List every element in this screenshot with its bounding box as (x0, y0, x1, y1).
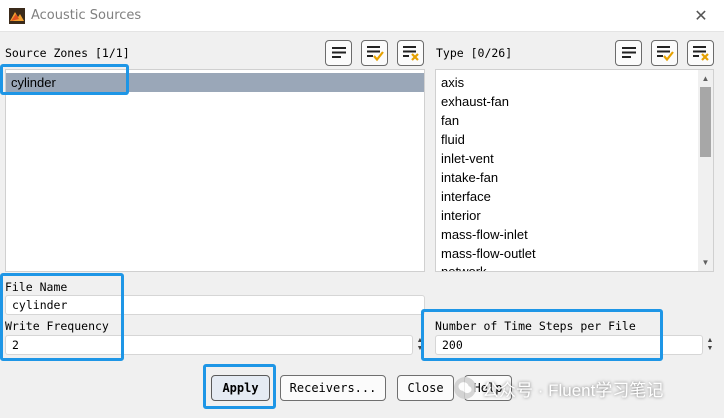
type-select-all-button[interactable] (651, 40, 678, 66)
list-icon (621, 47, 636, 58)
fluent-app-icon (9, 8, 25, 24)
receivers-button[interactable]: Receivers... (280, 375, 386, 401)
source-zone-item[interactable]: cylinder (6, 73, 424, 92)
write-frequency-stepper[interactable]: ▲ ▼ (415, 335, 425, 355)
source-zones-label: Source Zones [1/1] (5, 46, 130, 60)
type-item-intake-fan[interactable]: intake-fan (436, 168, 498, 187)
type-list[interactable]: axis exhaust-fan fan fluid inlet-vent in… (435, 69, 714, 272)
time-steps-input[interactable]: 200 (435, 335, 703, 355)
type-item-inlet-vent[interactable]: inlet-vent (436, 149, 494, 168)
file-name-label: File Name (5, 280, 68, 294)
deselect-all-icon (402, 46, 419, 61)
scroll-up-icon[interactable]: ▲ (698, 71, 713, 86)
scroll-thumb[interactable] (700, 87, 711, 157)
watermark: 公众号 · Fluent学习笔记 (454, 375, 663, 401)
type-item-fluid[interactable]: fluid (436, 130, 465, 149)
type-deselect-all-button[interactable] (687, 40, 714, 66)
chevron-down-icon[interactable]: ▼ (707, 345, 714, 353)
select-all-icon (656, 46, 674, 62)
chevron-up-icon[interactable]: ▲ (417, 337, 424, 345)
chevron-down-icon[interactable]: ▼ (417, 345, 424, 353)
type-item-exhaust-fan[interactable]: exhaust-fan (436, 92, 509, 111)
source-zones-list-button[interactable] (325, 40, 352, 66)
list-icon (331, 47, 346, 58)
type-label: Type [0/26] (436, 46, 513, 60)
time-steps-stepper[interactable]: ▲ ▼ (705, 335, 715, 355)
select-all-icon (366, 46, 384, 62)
write-frequency-label: Write Frequency (5, 319, 109, 333)
window-title: Acoustic Sources (31, 8, 142, 23)
type-item-fan[interactable]: fan (436, 111, 459, 130)
type-item-network[interactable]: network (436, 262, 487, 271)
time-steps-label: Number of Time Steps per File (435, 319, 636, 333)
source-zones-deselect-all-button[interactable] (397, 40, 424, 66)
watermark-text: 公众号 · Fluent学习笔记 (482, 380, 664, 400)
write-frequency-input[interactable]: 2 (5, 335, 413, 355)
type-item-interface[interactable]: interface (436, 187, 491, 206)
type-item-interior[interactable]: interior (436, 206, 481, 225)
type-item-axis[interactable]: axis (436, 73, 464, 92)
type-item-mass-flow-inlet[interactable]: mass-flow-inlet (436, 225, 528, 244)
type-list-button[interactable] (615, 40, 642, 66)
window-close-button[interactable]: ✕ (678, 0, 724, 32)
source-zones-list[interactable]: cylinder (5, 69, 425, 272)
scroll-down-icon[interactable]: ▼ (698, 255, 713, 270)
wechat-logo-icon (454, 377, 476, 399)
title-bar: Acoustic Sources ✕ (0, 0, 724, 32)
source-zones-select-all-button[interactable] (361, 40, 388, 66)
chevron-up-icon[interactable]: ▲ (707, 337, 714, 345)
close-icon: ✕ (694, 8, 708, 25)
file-name-input[interactable]: cylinder (5, 295, 425, 315)
apply-button[interactable]: Apply (211, 375, 270, 401)
type-item-mass-flow-outlet[interactable]: mass-flow-outlet (436, 244, 536, 263)
deselect-all-icon (692, 46, 709, 61)
type-list-scrollbar[interactable]: ▲ ▼ (698, 70, 713, 271)
close-button[interactable]: Close (397, 375, 454, 401)
